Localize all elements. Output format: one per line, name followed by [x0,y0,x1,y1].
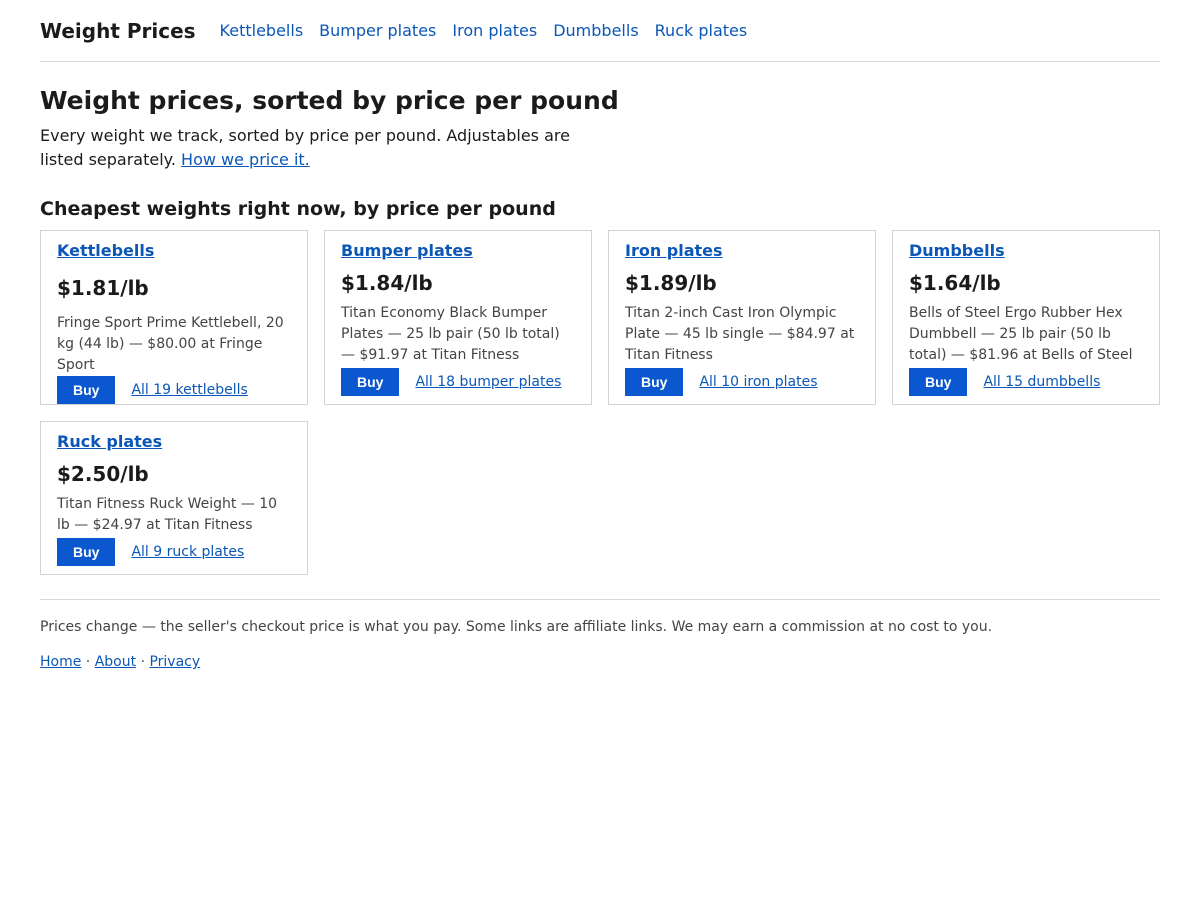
card-bumper-plates: Bumper plates $1.84/lb Titan Economy Bla… [324,230,592,405]
nav-link-iron-plates[interactable]: Iron plates [452,21,537,40]
card-price: $1.64/lb [909,271,1001,295]
all-items-link[interactable]: All 10 iron plates [699,374,817,390]
card-kettlebells: Kettlebells $1.81/lb Fringe Sport Prime … [40,230,308,405]
card-price: $1.81/lb [57,276,149,300]
card-description: Titan Fitness Ruck Weight — 10 lb — $24.… [57,496,278,533]
all-items-link[interactable]: All 18 bumper plates [415,374,561,390]
card-actions: Buy All 9 ruck plates [57,538,291,566]
page-title: Weight prices, sorted by price per pound [40,86,619,115]
card-price: $2.50/lb [57,462,149,486]
buy-button[interactable]: Buy [341,368,400,396]
cards-grid: Kettlebells $1.81/lb Fringe Sport Prime … [40,230,1160,575]
card-title-link[interactable]: Dumbbells [909,241,1143,261]
card-actions: Buy All 18 bumper plates [341,368,575,396]
all-items-link[interactable]: All 9 ruck plates [131,544,244,560]
card-title-link[interactable]: Bumper plates [341,241,575,261]
main-content: Weight prices, sorted by price per pound… [40,86,1160,575]
buy-button[interactable]: Buy [625,368,684,396]
card-ruck-plates: Ruck plates $2.50/lb Titan Fitness Ruck … [40,421,308,575]
card-description: Titan 2-inch Cast Iron Olympic Plate — 4… [625,305,855,363]
all-items-link[interactable]: All 19 kettlebells [131,382,247,398]
footer-link-privacy[interactable]: Privacy [149,654,200,670]
nav-link-bumper-plates[interactable]: Bumper plates [319,21,436,40]
card-price: $1.89/lb [625,271,717,295]
page: Weight Prices Kettlebells Bumper plates … [0,0,1200,900]
card-actions: Buy All 15 dumbbells [909,368,1143,396]
all-items-link[interactable]: All 15 dumbbells [983,374,1100,390]
footer-separator: · [140,654,146,670]
nav-link-kettlebells[interactable]: Kettlebells [220,21,304,40]
intro-text: Every weight we track, sorted by price p… [40,124,600,172]
card-dumbbells: Dumbbells $1.64/lb Bells of Steel Ergo R… [892,230,1160,405]
nav-link-dumbbells[interactable]: Dumbbells [553,21,638,40]
card-iron-plates: Iron plates $1.89/lb Titan 2-inch Cast I… [608,230,876,405]
card-description: Titan Economy Black Bumper Plates — 25 l… [341,305,560,363]
card-price: $1.84/lb [341,271,433,295]
site-footer: Prices change — the seller's checkout pr… [40,599,1160,670]
buy-button[interactable]: Buy [57,376,116,404]
site-header: Weight Prices Kettlebells Bumper plates … [40,0,1160,62]
site-brand[interactable]: Weight Prices [40,19,196,43]
price-disclaimer: Prices change — the seller's checkout pr… [40,619,993,635]
footer-links: Home · About · Privacy [40,654,1160,670]
card-description: Bells of Steel Ergo Rubber Hex Dumbbell … [909,305,1133,363]
buy-button[interactable]: Buy [909,368,968,396]
buy-button[interactable]: Buy [57,538,116,566]
card-actions: Buy All 10 iron plates [625,368,859,396]
card-title-link[interactable]: Kettlebells [57,241,291,261]
card-title-link[interactable]: Ruck plates [57,432,291,452]
section-title: Cheapest weights right now, by price per… [40,198,556,220]
nav-link-ruck-plates[interactable]: Ruck plates [655,21,748,40]
card-actions: Buy All 19 kettlebells [57,376,291,404]
how-we-price-link[interactable]: How we price it. [181,150,310,169]
top-nav: Kettlebells Bumper plates Iron plates Du… [220,21,748,40]
card-title-link[interactable]: Iron plates [625,241,859,261]
card-description: Fringe Sport Prime Kettlebell, 20 kg (44… [57,315,284,373]
footer-link-home[interactable]: Home [40,654,81,670]
footer-link-about[interactable]: About [95,654,136,670]
footer-separator: · [85,654,91,670]
